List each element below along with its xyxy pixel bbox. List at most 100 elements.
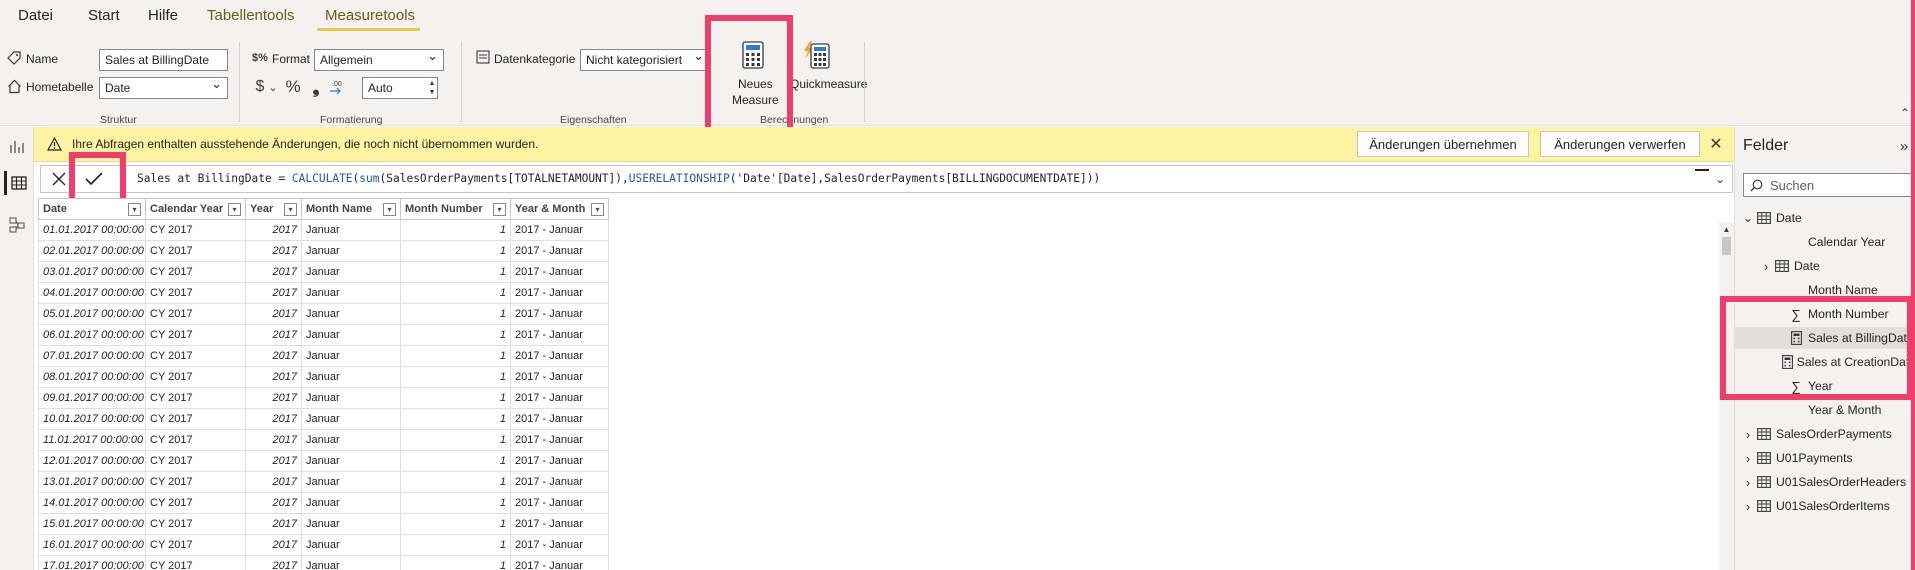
field-item[interactable]: › U01Payments [1735, 447, 1915, 469]
column-header[interactable]: Date ▾ [38, 198, 146, 220]
chevron-right-icon[interactable]: › [1741, 475, 1755, 490]
field-item[interactable]: › Date [1735, 255, 1915, 277]
report-view-icon[interactable] [7, 137, 27, 157]
tab-datei[interactable]: Datei [18, 7, 53, 24]
formula-scroll-indicator [1695, 169, 1709, 171]
table-cell: 1 [401, 535, 511, 556]
column-filter-dropdown-icon[interactable]: ▾ [128, 203, 141, 216]
quick-measure-button[interactable]: Quickmeasure [790, 38, 867, 112]
column-header[interactable]: Year & Month ▾ [511, 198, 609, 220]
tab-start[interactable]: Start [88, 7, 120, 24]
field-item[interactable]: ⌄ Date [1735, 207, 1915, 229]
table-cell: CY 2017 [146, 283, 246, 304]
group-label-eigenschaften: Eigenschaften [560, 114, 627, 126]
column-header-label: Month Name [306, 203, 372, 215]
table-cell: 1 [401, 325, 511, 346]
currency-icon[interactable]: $ [253, 77, 267, 97]
table-cell: 1 [401, 514, 511, 535]
discard-changes-button[interactable]: Änderungen verwerfen [1540, 131, 1700, 157]
comma-icon[interactable]: ❟ [310, 77, 322, 97]
field-item-label: U01Payments [1776, 451, 1853, 465]
table-cell: Januar [302, 325, 401, 346]
table-cell: CY 2017 [146, 346, 246, 367]
name-input[interactable]: Sales at BillingDate [99, 49, 228, 71]
format-icon: $% [252, 52, 268, 64]
format-select[interactable]: Allgemein [314, 49, 444, 71]
table-cell: Januar [302, 346, 401, 367]
table-cell: 1 [401, 556, 511, 570]
table-cell: 2017 [246, 535, 302, 556]
formula-text[interactable]: Sales at BillingDate = CALCULATE(sum(Sal… [137, 172, 1100, 185]
table-cell: CY 2017 [146, 220, 246, 241]
home-table-select[interactable]: Date [99, 77, 228, 99]
table-cell: 2017 - Januar [511, 241, 609, 262]
table-cell: 1 [401, 451, 511, 472]
percent-icon[interactable]: % [284, 77, 302, 97]
table-cell: 09.01.2017 00:00:00 [38, 388, 146, 409]
formula-part: (SalesOrderPayments[TOTALNETAMOUNT]), [379, 172, 629, 185]
chevron-right-icon[interactable]: › [1759, 259, 1773, 274]
column-header-label: Year & Month [515, 203, 586, 215]
decimals-stepper-icon[interactable]: ▲ ▼ [427, 78, 437, 98]
data-view-icon[interactable] [4, 171, 30, 195]
table-cell: 1 [401, 346, 511, 367]
data-category-select[interactable]: Nicht kategorisiert [580, 49, 710, 71]
chevron-right-icon[interactable]: › [1741, 451, 1755, 466]
cancel-formula-icon[interactable] [49, 169, 69, 189]
column-header[interactable]: Month Name ▾ [302, 198, 401, 220]
pending-changes-message: Ihre Abfragen enthalten ausstehende Ände… [72, 137, 539, 151]
model-view-icon[interactable] [7, 215, 27, 235]
field-item[interactable]: › SalesOrderPayments [1735, 423, 1915, 445]
table-icon [1755, 212, 1773, 224]
table-cell: 1 [401, 493, 511, 514]
table-cell: Januar [302, 304, 401, 325]
scroll-thumb[interactable] [1722, 237, 1731, 255]
table-cell: 1 [401, 220, 511, 241]
pending-changes-bar: Ihre Abfragen enthalten ausstehende Ände… [34, 127, 1734, 162]
column-header[interactable]: Year ▾ [246, 198, 302, 220]
column-filter-dropdown-icon[interactable]: ▾ [383, 203, 396, 216]
chevron-down-icon[interactable]: ⌄ [268, 79, 278, 95]
tab-tabellentools[interactable]: Tabellentools [207, 7, 295, 24]
expand-formula-icon[interactable]: ⌄ [1711, 170, 1729, 188]
highlight-measures [1720, 296, 1913, 400]
tab-measuretools[interactable]: Measuretools [325, 7, 415, 24]
table-cell: Januar [302, 283, 401, 304]
table-cell: 1 [401, 409, 511, 430]
fields-search-box[interactable]: Suchen [1743, 173, 1915, 197]
field-item-label: U01SalesOrderItems [1776, 499, 1890, 513]
column-header[interactable]: Month Number ▾ [401, 198, 511, 220]
chevron-down-icon[interactable]: ⌄ [1741, 210, 1755, 226]
decimal-places-icon[interactable]: .00 [328, 77, 346, 97]
close-icon[interactable]: ✕ [1706, 134, 1726, 154]
table-cell: 2017 - Januar [511, 367, 609, 388]
table-cell: Januar [302, 493, 401, 514]
table-cell: CY 2017 [146, 472, 246, 493]
column-header[interactable]: Calendar Year ▾ [146, 198, 246, 220]
column-filter-dropdown-icon[interactable]: ▾ [228, 203, 241, 216]
column-filter-dropdown-icon[interactable]: ▾ [591, 203, 604, 216]
field-item[interactable]: › U01SalesOrderItems [1735, 495, 1915, 517]
collapse-ribbon-icon[interactable]: ⌃ [1898, 106, 1912, 120]
field-item[interactable]: Calendar Year [1735, 231, 1915, 253]
table-cell: CY 2017 [146, 556, 246, 570]
column-header-label: Date [43, 203, 67, 215]
chevron-right-icon[interactable]: › [1741, 427, 1755, 442]
apply-changes-button[interactable]: Änderungen übernehmen [1357, 131, 1529, 157]
table-icon [1755, 476, 1773, 488]
table-cell: CY 2017 [146, 304, 246, 325]
column-header-label: Year [250, 203, 274, 215]
scroll-up-icon[interactable]: ▲ [1721, 224, 1732, 234]
group-label-formatierung: Formatierung [320, 114, 383, 126]
field-item[interactable]: › U01SalesOrderHeaders [1735, 471, 1915, 493]
table-icon [1755, 428, 1773, 440]
tab-hilfe[interactable]: Hilfe [148, 7, 178, 24]
table-cell: 1 [401, 304, 511, 325]
column-filter-dropdown-icon[interactable]: ▾ [284, 203, 297, 216]
column-filter-dropdown-icon[interactable]: ▾ [493, 203, 506, 216]
table-cell: 16.01.2017 00:00:00 [38, 535, 146, 556]
field-item[interactable]: Year & Month [1735, 399, 1915, 421]
column-header-label: Month Number [405, 203, 483, 215]
table-cell: Januar [302, 262, 401, 283]
chevron-right-icon[interactable]: › [1741, 499, 1755, 514]
